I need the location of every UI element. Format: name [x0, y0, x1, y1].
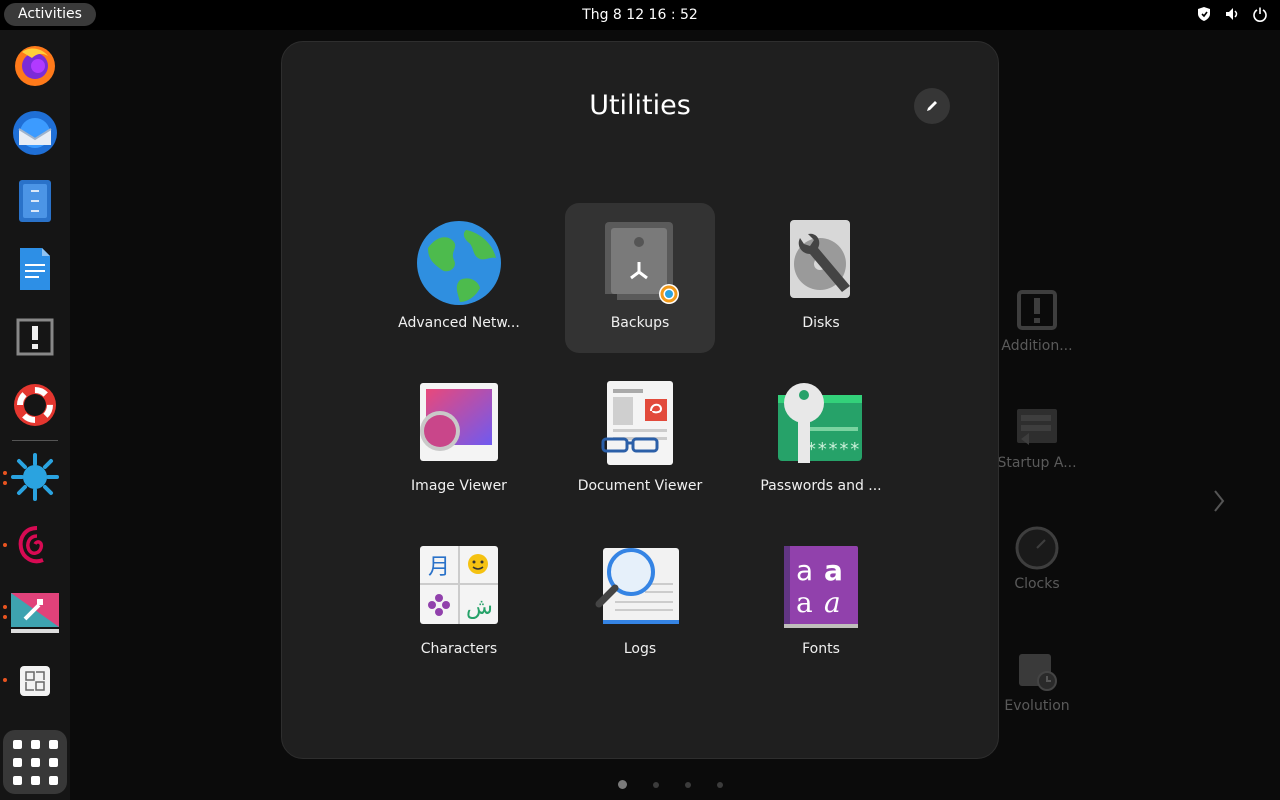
running-indicator — [3, 615, 7, 619]
svg-text:a: a — [796, 586, 813, 619]
svg-text:*****: ***** — [806, 439, 860, 460]
running-indicator — [3, 678, 7, 682]
dock-item-error-reporter[interactable] — [10, 312, 60, 362]
app-label: Backups — [610, 315, 670, 331]
app-label: Fonts — [802, 641, 840, 657]
app-logs[interactable]: Logs — [565, 529, 715, 679]
installer-icon — [11, 593, 59, 633]
dock-item-screenshot[interactable] — [10, 656, 60, 706]
running-indicator — [3, 543, 7, 547]
splash-app-icon — [11, 453, 59, 501]
clock[interactable]: Thg 8 12 16 : 52 — [0, 7, 1280, 23]
background-app[interactable]: Startup A... — [992, 405, 1082, 471]
startup-apps-icon — [1015, 405, 1059, 449]
running-indicator — [3, 481, 7, 485]
page-indicator — [618, 780, 723, 789]
firefox-icon — [15, 46, 55, 86]
help-icon — [14, 384, 56, 426]
app-label: Document Viewer — [577, 478, 703, 494]
power-icon[interactable] — [1252, 6, 1268, 22]
dock-item-writer[interactable] — [10, 244, 60, 294]
app-advanced-network[interactable]: Advanced Netw... — [384, 203, 534, 353]
svg-text:月: 月 — [428, 555, 450, 580]
app-passwords-and-keys[interactable]: ***** Passwords and ... — [746, 366, 896, 516]
app-disks[interactable]: Disks — [746, 203, 896, 353]
app-label: Advanced Netw... — [398, 315, 520, 331]
dock-separator — [12, 440, 58, 441]
dock-item-installer[interactable] — [10, 588, 60, 638]
debian-icon — [18, 526, 44, 564]
app-folder-dialog: Utilities Advanced Netw... Backups Disks… — [281, 41, 999, 759]
writer-icon — [20, 248, 50, 290]
page-dot-active[interactable] — [618, 780, 627, 789]
dock-item-debian[interactable] — [10, 520, 60, 570]
screenshot-icon — [20, 666, 50, 696]
app-backups[interactable]: Backups — [565, 203, 715, 353]
dock-item-thunderbird[interactable] — [10, 108, 60, 158]
rename-folder-button[interactable] — [914, 88, 950, 124]
pencil-icon — [927, 101, 937, 111]
page-dot[interactable] — [717, 781, 723, 788]
fonts-icon: a a a a — [784, 546, 858, 628]
app-fonts[interactable]: a a a a Fonts — [746, 529, 896, 679]
error-reporter-icon — [16, 318, 54, 356]
app-label: Disks — [802, 315, 840, 331]
safe-icon — [605, 222, 679, 304]
evolution-icon — [1015, 648, 1059, 692]
background-app-label: Clocks — [1014, 576, 1060, 592]
key-icon: ***** — [778, 383, 862, 463]
shield-icon[interactable] — [1196, 6, 1212, 22]
app-characters[interactable]: 月 ش Characters — [384, 529, 534, 679]
background-app-label: Startup A... — [997, 455, 1077, 471]
running-indicator — [3, 605, 7, 609]
svg-text:a: a — [824, 554, 843, 587]
svg-text:a: a — [824, 586, 841, 619]
dock-item-splash-app[interactable] — [10, 452, 60, 502]
image-viewer-icon — [420, 383, 498, 461]
app-label: Passwords and ... — [760, 478, 882, 494]
dock — [0, 30, 70, 800]
app-label: Characters — [420, 641, 498, 657]
characters-icon: 月 ش — [420, 546, 498, 624]
app-grid-icon — [12, 739, 22, 749]
app-label: Logs — [623, 641, 657, 657]
thunderbird-icon — [13, 111, 57, 155]
page-dot[interactable] — [653, 781, 659, 788]
app-document-viewer[interactable]: Document Viewer — [565, 366, 715, 516]
background-app[interactable]: Addition... — [992, 288, 1082, 354]
clocks-icon — [1015, 526, 1059, 570]
folder-title[interactable]: Utilities — [282, 90, 998, 121]
disk-wrench-icon — [790, 220, 850, 298]
addition-icon — [1015, 288, 1059, 332]
page-dot[interactable] — [685, 781, 691, 788]
app-label: Image Viewer — [411, 478, 507, 494]
dock-item-files[interactable] — [10, 176, 60, 226]
files-icon — [19, 180, 51, 222]
show-apps-button[interactable] — [3, 730, 67, 794]
app-image-viewer[interactable]: Image Viewer — [384, 366, 534, 516]
dock-item-firefox[interactable] — [10, 40, 60, 90]
dock-item-help[interactable] — [10, 380, 60, 430]
background-app[interactable]: Clocks — [992, 526, 1082, 592]
document-viewer-icon — [601, 381, 673, 465]
background-app-label: Addition... — [1001, 338, 1073, 354]
background-app[interactable]: Evolution — [992, 648, 1082, 714]
svg-text:ش: ش — [466, 595, 493, 620]
running-indicator — [3, 471, 7, 475]
globe-icon — [417, 221, 501, 305]
system-tray[interactable] — [1196, 6, 1268, 22]
next-page-arrow[interactable] — [1212, 488, 1226, 514]
svg-text:a: a — [796, 554, 813, 587]
top-bar: Activities Thg 8 12 16 : 52 — [0, 0, 1280, 30]
volume-icon[interactable] — [1224, 6, 1240, 22]
background-app-label: Evolution — [1004, 698, 1070, 714]
logs-magnifier-icon — [595, 548, 679, 624]
